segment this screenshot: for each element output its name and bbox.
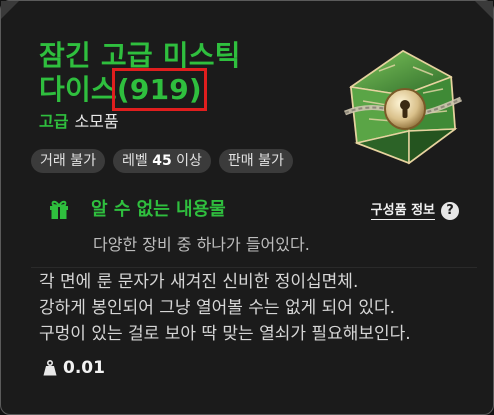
components-info-label[interactable]: 구성품 정보 [370,203,435,220]
item-name-text: 다이스 [39,73,117,106]
corner-decoration [475,1,493,19]
description-line: 강하게 봉인되어 그냥 열어볼 수는 없게 되어 있다. [39,298,396,318]
contents-title: 알 수 없는 내용물 [91,199,226,220]
weight-value: 0.01 [63,358,105,378]
components-info-link[interactable]: 구성품 정보 ? [370,201,459,221]
item-grade: 고급 [39,112,69,131]
tag-sell: 판매 불가 [218,149,293,173]
question-circle-icon[interactable]: ? [441,202,459,220]
tag-trade: 거래 불가 [31,149,105,173]
item-tags: 거래 불가 레벨 45 이상 판매 불가 [31,149,293,173]
green-d20-dice-icon [344,49,463,165]
contents-description: 다양한 장비 중 하나가 들어있다. [93,235,310,254]
tag-level: 레벨 45 이상 [112,149,211,173]
description-line: 각 면에 룬 문자가 새겨진 신비한 정이십면체. [39,272,359,292]
contents-section: 알 수 없는 내용물 다양한 장비 중 하나가 들어있다. 구성품 정보 ? [31,183,477,268]
item-weight: 0.01 [43,357,105,379]
tag-level-value: 45 [152,153,172,169]
gift-icon [50,200,68,219]
weight-icon [43,360,57,376]
tag-level-prefix: 레벨 [121,153,148,169]
item-description: 각 면에 룬 문자가 새겨진 신비한 정이십면체. 강하게 봉인되어 그냥 열어… [39,269,469,347]
description-line: 구멍이 있는 걸로 보아 딱 맞는 열쇠가 필요해보인다. [39,324,411,344]
item-count-highlight: (919) [111,68,207,111]
item-category: 소모품 [74,112,119,131]
item-title: 잠긴 고급 미스틱 다이스(919) [39,39,241,111]
item-name-line2: 다이스(919) [39,68,241,111]
item-grade-row: 고급 소모품 [39,112,119,132]
corner-decoration [1,1,19,19]
item-name-line1: 잠긴 고급 미스틱 [39,39,241,72]
tag-level-suffix: 이상 [176,153,202,169]
item-tooltip: 잠긴 고급 미스틱 다이스(919) 고급 소모품 거래 불가 레벨 45 이상 … [0,0,494,415]
